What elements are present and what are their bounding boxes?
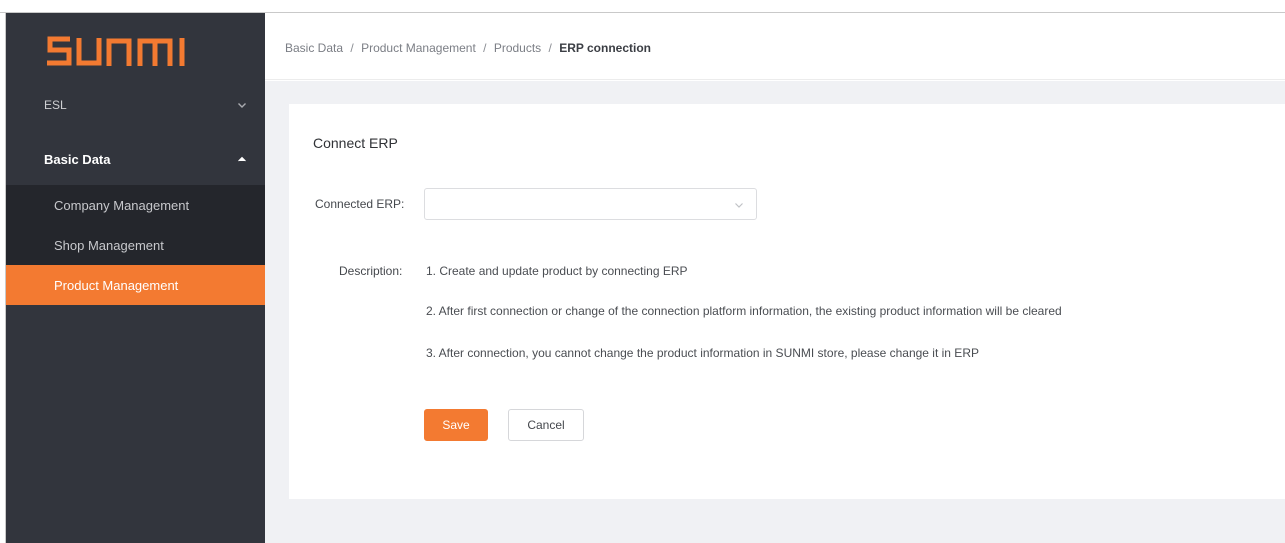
sidebar-item-label: Company Management — [54, 197, 190, 213]
breadcrumb-separator: / — [483, 41, 487, 55]
description-line: 2. After first connection or change of t… — [426, 304, 1062, 318]
sidebar-item-shop-management[interactable]: Shop Management — [6, 225, 265, 265]
breadcrumb-current: ERP connection — [559, 41, 652, 55]
top-header: Basic Data / Product Management / Produc… — [265, 13, 1285, 80]
sidebar-group-label: ESL — [44, 98, 67, 112]
chevron-down-icon — [238, 103, 246, 108]
save-button[interactable]: Save — [424, 409, 488, 441]
description-line: 3. After connection, you cannot change t… — [426, 346, 979, 360]
breadcrumb-item-products[interactable]: Products — [494, 41, 541, 55]
breadcrumb-separator: / — [350, 41, 354, 55]
connect-erp-card: Connect ERP Connected ERP: Description: … — [289, 104, 1285, 499]
sidebar: ESL Basic Data Company Management Shop M… — [6, 13, 265, 543]
app-window: ESL Basic Data Company Management Shop M… — [0, 0, 1285, 543]
sidebar-group-esl[interactable]: ESL — [6, 85, 265, 125]
connected-erp-label: Connected ERP: — [315, 197, 405, 211]
sidebar-item-company-management[interactable]: Company Management — [6, 185, 265, 225]
main-content: Connect ERP Connected ERP: Description: … — [265, 81, 1285, 543]
breadcrumb-item-product-management[interactable]: Product Management — [361, 41, 476, 55]
description-line: 1. Create and update product by connecti… — [426, 264, 688, 278]
sidebar-item-label: Product Management — [54, 277, 179, 293]
chevron-down-icon — [735, 203, 743, 208]
sidebar-submenu-basic-data: Company Management Shop Management Produ… — [6, 185, 265, 305]
sidebar-item-product-management[interactable]: Product Management — [6, 265, 265, 305]
page-title: Connect ERP — [313, 135, 398, 151]
chevron-up-icon — [238, 156, 246, 162]
sidebar-group-basic-data[interactable]: Basic Data — [6, 139, 265, 179]
sidebar-group-label: Basic Data — [44, 151, 111, 167]
cancel-button[interactable]: Cancel — [508, 409, 584, 441]
breadcrumb: Basic Data / Product Management / Produc… — [285, 41, 651, 55]
breadcrumb-item-basic-data[interactable]: Basic Data — [285, 41, 343, 55]
sunmi-logo[interactable] — [44, 33, 194, 71]
description-label: Description: — [339, 264, 403, 278]
sidebar-item-label: Shop Management — [54, 237, 164, 253]
connected-erp-select[interactable] — [424, 188, 757, 220]
breadcrumb-separator: / — [548, 41, 552, 55]
